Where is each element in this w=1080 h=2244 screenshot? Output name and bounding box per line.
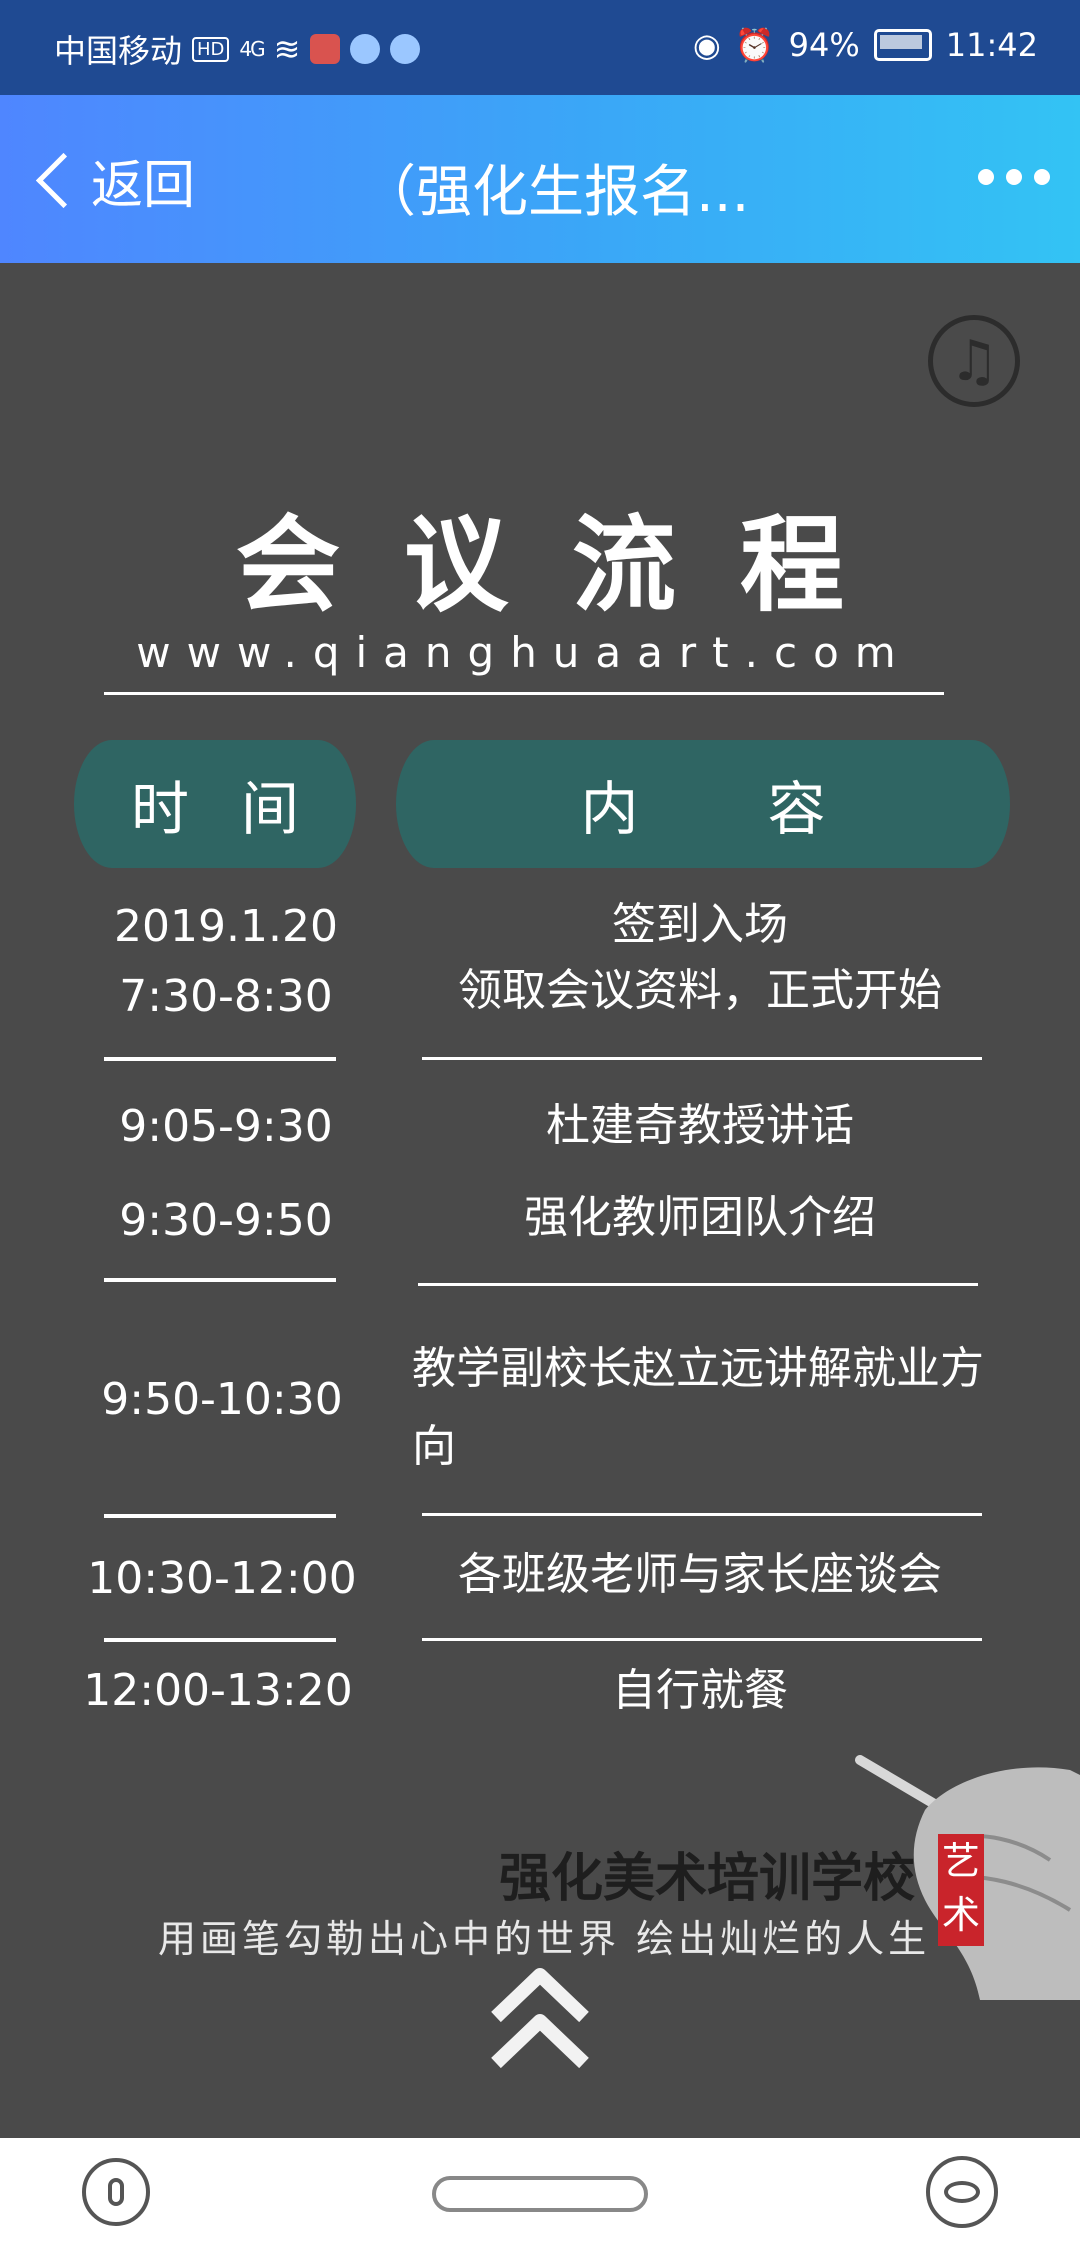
eye-icon [944, 2181, 980, 2203]
website-url: www.qianghuaart.com [136, 628, 912, 677]
row-4-content: 各班级老师与家长座谈会 [458, 1549, 942, 1600]
column-header-content: 内 容 [396, 740, 1010, 868]
back-label: 返回 [91, 156, 196, 216]
app-notification-icon-3 [390, 34, 421, 64]
slogan: 用画笔勾勒出心中的世界 绘出灿烂的人生 [158, 1917, 931, 1961]
app-notification-icon-2 [350, 34, 381, 64]
divider [104, 1638, 336, 1642]
divider [104, 692, 944, 695]
preview-button[interactable] [926, 2156, 998, 2228]
music-note-icon: ♫ [948, 328, 1000, 394]
signal-icon: 4G [239, 37, 265, 61]
dot-icon [1006, 169, 1022, 185]
row-2-time: 9:05-9:30 9:30-9:50 [119, 1101, 333, 1246]
page-title: （强化生报名... [360, 160, 750, 225]
divider [418, 1283, 978, 1286]
clock: 11:42 [945, 26, 1038, 64]
eye-comfort-icon: ◉ [692, 26, 721, 64]
divider [104, 1514, 336, 1518]
wifi-icon: ≋ [273, 30, 301, 68]
nav-bar: 返回 （强化生报名... [0, 95, 1080, 263]
dot-icon [978, 169, 994, 185]
microphone-icon [108, 2178, 124, 2206]
column-header-content-char-2: 容 [767, 775, 826, 843]
divider [422, 1513, 982, 1516]
row-4-time: 10:30-12:00 [87, 1553, 357, 1604]
divider [422, 1638, 982, 1641]
row-1-time: 2019.1.20 7:30-8:30 [114, 901, 338, 1022]
music-toggle-button[interactable]: ♫ [928, 315, 1020, 407]
dot-icon [1034, 169, 1050, 185]
divider [104, 1057, 336, 1061]
divider [104, 1278, 336, 1282]
row-5-time: 12:00-13:20 [83, 1665, 353, 1716]
column-header-time: 时间 [74, 740, 356, 868]
row-3-content: 教学副校长赵立远讲解就业方 向 [412, 1343, 984, 1472]
row-2-content: 杜建奇教授讲话 强化教师团队介绍 [524, 1100, 876, 1243]
row-1-content: 签到入场 领取会议资料，正式开始 [458, 899, 942, 1016]
art-seal: 艺 术 [938, 1834, 984, 1946]
alarm-icon: ⏰ [734, 26, 775, 64]
back-button[interactable]: 返回 [28, 143, 195, 218]
hd-badge: HD [192, 36, 230, 62]
divider [422, 1057, 982, 1060]
chevron-left-icon [35, 152, 92, 209]
bottom-bar [0, 2138, 1080, 2244]
swipe-up-icon[interactable] [488, 1965, 592, 2075]
status-bar: 中国移动 HD 4G ≋ ◉ ⏰ 94% 11:42 [0, 0, 1080, 95]
column-header-content-char-1: 内 [580, 775, 639, 843]
home-indicator[interactable] [432, 2176, 648, 2212]
more-menu-button[interactable] [978, 169, 1050, 185]
microphone-button[interactable] [82, 2158, 150, 2226]
battery-icon [873, 29, 932, 61]
app-notification-icon [310, 34, 341, 64]
battery-percent: 94% [788, 26, 860, 64]
carrier-label: 中国移动 [54, 32, 183, 70]
agenda-heading: 会议流程 [235, 504, 908, 626]
school-name: 强化美术培训学校 [498, 1849, 915, 1909]
row-3-time: 9:50-10:30 [101, 1374, 343, 1425]
